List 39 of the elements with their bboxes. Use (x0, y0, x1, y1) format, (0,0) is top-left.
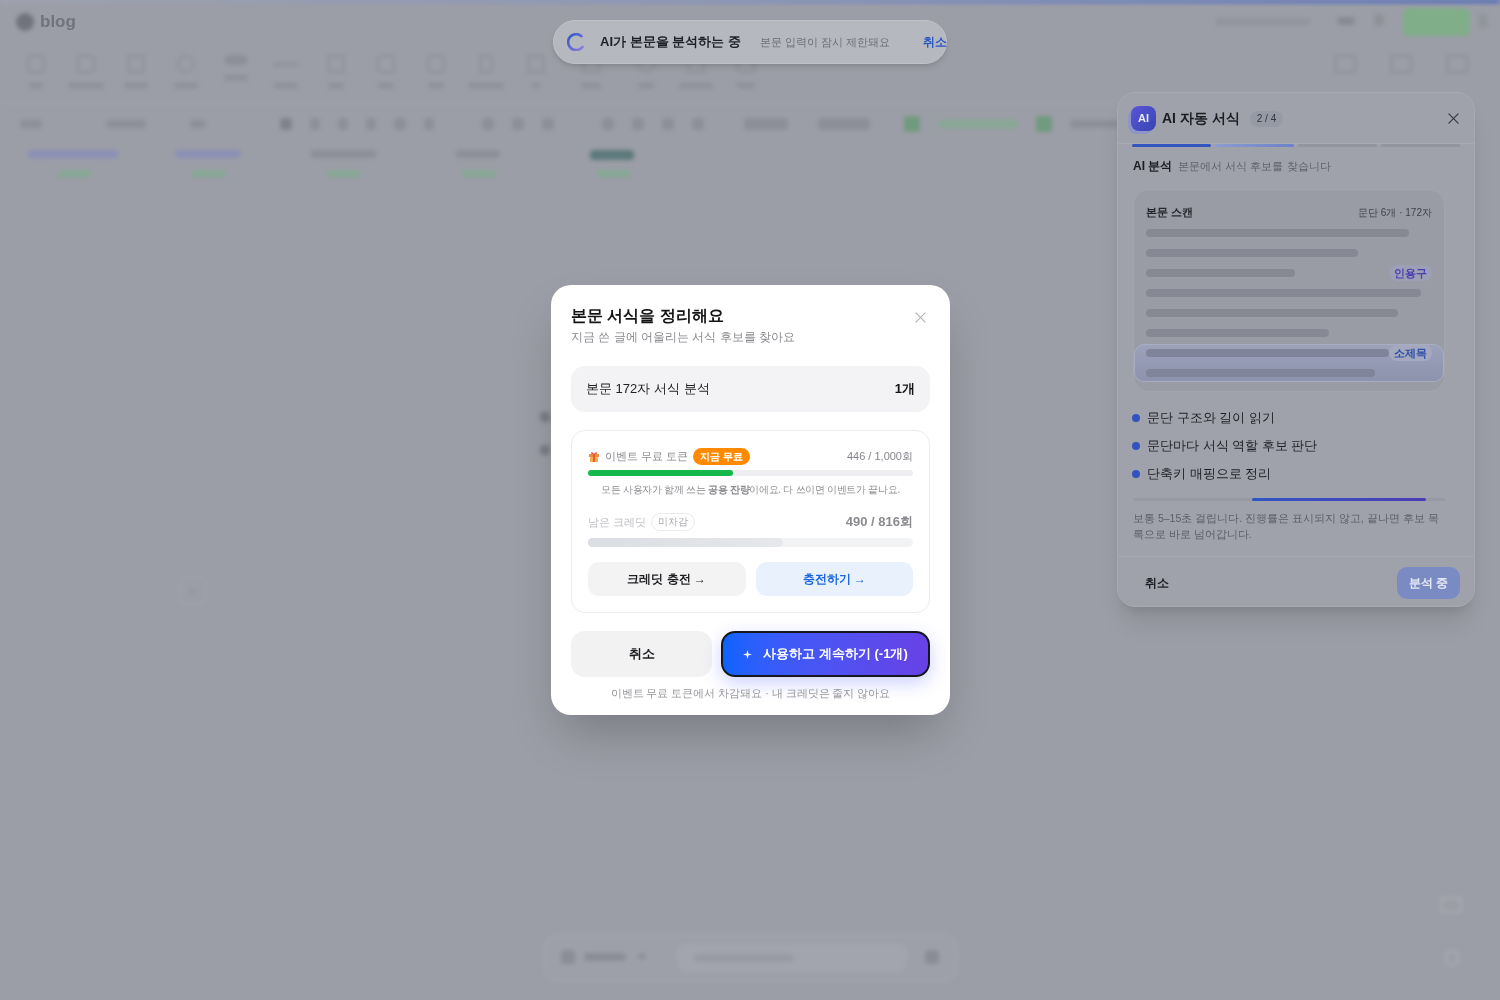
dialog-footnote: 이벤트 무료 토큰에서 차감돼요 · 내 크레딧은 줄지 않아요 (609, 686, 892, 700)
sparkle-icon (743, 649, 753, 659)
checklist-item: 문단마다 서식 역할 후보 판단 (1147, 437, 1318, 456)
summary-count: 1개 (894, 380, 915, 399)
spinner-icon (567, 33, 585, 51)
charge-button[interactable]: 충전하기 → (755, 562, 913, 596)
bullet-icon (1132, 414, 1140, 422)
section-title: AI 분석 (1133, 158, 1173, 175)
cancel-button[interactable]: 취소 (1145, 574, 1169, 592)
step-counter: 2 / 4 (1249, 110, 1284, 127)
info-note: 보통 5–15초 걸립니다. 진행률은 표시되지 않고, 끝나면 후보 목록으로 바로 넘어갑니다. (1133, 511, 1440, 542)
token-usage: 446 / 1,000회 (846, 448, 913, 464)
gift-icon (588, 450, 600, 462)
bullet-icon (1132, 470, 1140, 478)
checklist-item: 단축키 매핑으로 정리 (1147, 465, 1272, 484)
close-icon (914, 311, 926, 323)
checklist-item: 문단 구조와 길이 읽기 (1147, 409, 1275, 428)
credit-charge-button[interactable]: 크레딧 충전 → (588, 562, 746, 596)
toast-title: AI가 본문을 분석하는 중 (600, 33, 741, 52)
ai-logo: AI (1131, 106, 1156, 131)
format-tag: 인용구 (1389, 265, 1432, 281)
panel-title: AI 자동 서식 (1162, 109, 1240, 128)
scan-meta: 문단 6개 · 172자 (1358, 205, 1432, 220)
dialog-subtitle: 지금 쓴 글에 어울리는 서식 후보를 찾아요 (571, 329, 795, 346)
free-badge: 지금 무료 (693, 447, 750, 465)
format-tag: 소제목 (1389, 345, 1432, 361)
close-icon[interactable] (1448, 113, 1459, 124)
token-label: 이벤트 무료 토큰 (605, 448, 689, 464)
toast-message: 본문 입력이 잠시 제한돼요 (759, 34, 890, 50)
summary-label: 본문 172자 서식 분석 (586, 380, 710, 399)
scan-title: 본문 스캔 (1146, 204, 1194, 220)
cancel-link[interactable]: 취소 (923, 33, 947, 51)
credit-usage: 490 / 816회 (845, 513, 913, 532)
section-subtitle: 본문에서 서식 후보를 찾습니다 (1178, 159, 1331, 174)
dialog-title: 본문 서식을 정리해요 (571, 306, 725, 326)
bullet-icon (1132, 442, 1140, 450)
confirm-button[interactable]: 사용하고 계속하기 (-1개) (721, 631, 930, 677)
cancel-button[interactable]: 취소 (571, 631, 712, 677)
token-note: 모든 사용자가 함께 쓰는 공용 잔량이에요. 다 쓰이면 이벤트가 끝나요. (600, 483, 901, 497)
